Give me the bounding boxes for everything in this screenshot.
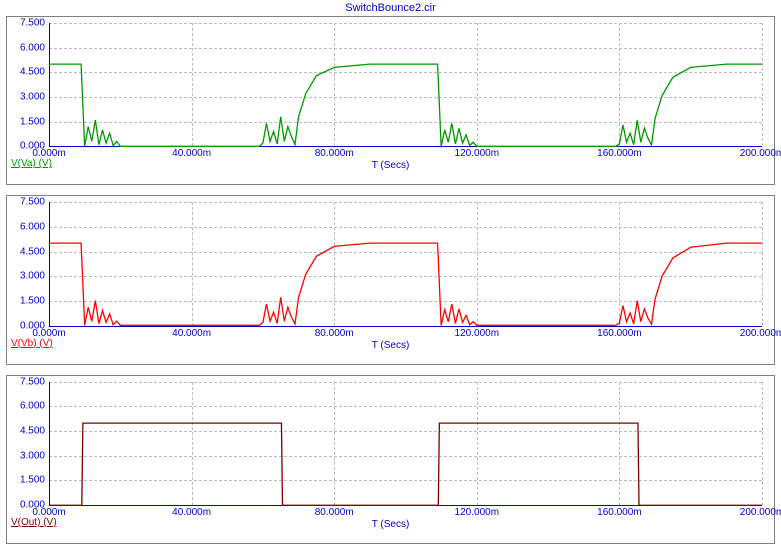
x-axis-label: T (Secs): [7, 160, 774, 171]
series-line: [49, 243, 762, 325]
y-tick-label: 3.000: [5, 271, 45, 282]
x-tick-label: 160.000m: [597, 328, 641, 339]
x-tick-label: 80.000m: [315, 328, 354, 339]
series-line: [49, 423, 762, 505]
x-tick-label: 40.000m: [172, 148, 211, 159]
chart-panel-2: 0.0001.5003.0004.5006.0007.5000.000m40.0…: [6, 375, 775, 544]
y-tick-label: 3.000: [5, 92, 45, 103]
x-tick-label: 120.000m: [455, 148, 499, 159]
oscilloscope-figure: SwitchBounce2.cir 0.0001.5003.0004.5006.…: [0, 0, 781, 554]
x-tick-label: 80.000m: [315, 507, 354, 518]
plot-area: [49, 202, 762, 325]
x-tick-label: 200.000m: [740, 328, 781, 339]
y-tick-label: 4.500: [5, 425, 45, 436]
x-axis-label: T (Secs): [7, 340, 774, 351]
x-tick-label: 120.000m: [455, 507, 499, 518]
chart-panel-1: 0.0001.5003.0004.5006.0007.5000.000m40.0…: [6, 195, 775, 364]
y-tick-label: 6.000: [5, 401, 45, 412]
x-axis-label: T (Secs): [7, 519, 774, 530]
chart-panel-0: 0.0001.5003.0004.5006.0007.5000.000m40.0…: [6, 16, 775, 185]
y-tick-label: 7.500: [5, 197, 45, 208]
series-label: V(Out) (V): [11, 517, 57, 528]
series-line: [49, 64, 762, 146]
series-plot: [49, 23, 762, 146]
figure-title: SwitchBounce2.cir: [0, 0, 781, 16]
x-tick-label: 40.000m: [172, 507, 211, 518]
x-tick-label: 160.000m: [597, 507, 641, 518]
y-tick-label: 1.500: [5, 116, 45, 127]
x-tick-label: 120.000m: [455, 328, 499, 339]
plot-area: [49, 382, 762, 505]
series-label: V(Va) (V): [11, 158, 52, 169]
x-tick-label: 200.000m: [740, 148, 781, 159]
y-tick-label: 4.500: [5, 246, 45, 257]
series-label: V(Vb) (V): [11, 338, 53, 349]
series-plot: [49, 202, 762, 325]
y-tick-label: 4.500: [5, 67, 45, 78]
y-tick-label: 6.000: [5, 42, 45, 53]
y-tick-label: 6.000: [5, 221, 45, 232]
y-tick-label: 1.500: [5, 295, 45, 306]
x-tick-label: 40.000m: [172, 328, 211, 339]
plot-area: [49, 23, 762, 146]
series-plot: [49, 382, 762, 505]
y-tick-label: 7.500: [5, 18, 45, 29]
y-tick-label: 1.500: [5, 475, 45, 486]
x-tick-label: 80.000m: [315, 148, 354, 159]
x-tick-label: 200.000m: [740, 507, 781, 518]
y-tick-label: 3.000: [5, 450, 45, 461]
x-tick-label: 160.000m: [597, 148, 641, 159]
y-tick-label: 7.500: [5, 376, 45, 387]
